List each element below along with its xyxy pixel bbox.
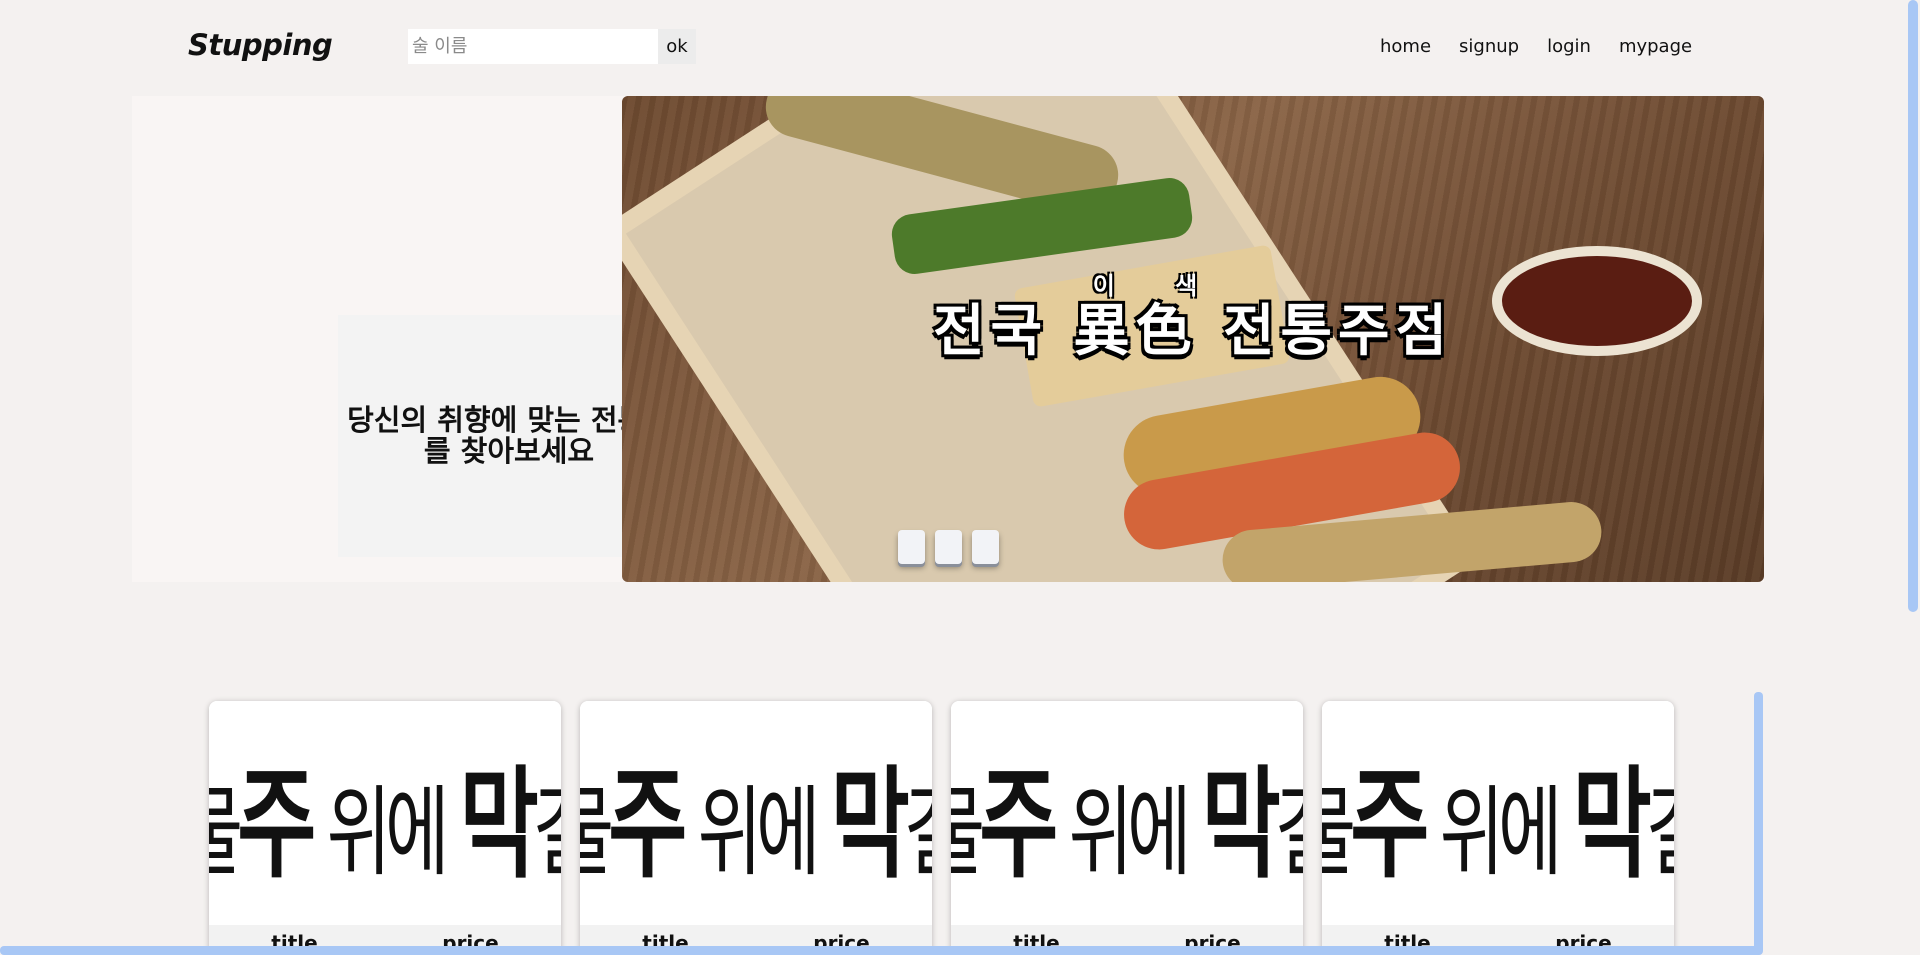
product-image-bold-a: 주 — [1350, 754, 1429, 895]
product-image-text: 조물주 위에 막걸리 — [1322, 726, 1674, 901]
product-image-bold-b: 막 — [830, 754, 910, 895]
product-image-bold-b: 막 — [1201, 754, 1281, 895]
product-image-bold-a: 주 — [979, 754, 1058, 895]
page: Stupping ok home signup login mypage 당신의… — [0, 0, 1920, 955]
nav-home-link[interactable]: home — [1380, 36, 1431, 57]
nav-login-link[interactable]: login — [1547, 36, 1591, 57]
product-card[interactable]: 조물주 위에 막걸리 title price — [580, 701, 932, 955]
product-image-text-a: 조물 — [951, 775, 985, 890]
search-bar: ok — [408, 29, 696, 64]
product-image-text-b: 위에 — [1068, 774, 1192, 890]
product-image-bold-b: 막 — [1572, 754, 1652, 895]
product-card[interactable]: 조물주 위에 막걸리 title price — [951, 701, 1303, 955]
page-vertical-scrollbar[interactable] — [1908, 0, 1918, 612]
product-image-text-b: 위에 — [697, 774, 821, 890]
product-card[interactable]: 조물주 위에 막걸리 title price — [209, 701, 561, 955]
nav-signup-link[interactable]: signup — [1459, 36, 1519, 57]
slider-dot-1[interactable] — [898, 530, 925, 564]
slide-title: 전국 異色 전통주점 — [932, 299, 1454, 364]
page-horizontal-scrollbar[interactable] — [0, 946, 1762, 955]
main-nav: home signup login mypage — [1380, 36, 1720, 57]
product-image-text: 조물주 위에 막걸리 — [580, 726, 932, 901]
product-image: 조물주 위에 막걸리 — [209, 701, 561, 925]
product-image-text-c: 걸리 — [533, 775, 561, 890]
product-image-text-b: 위에 — [1439, 774, 1563, 890]
nav-mypage-link[interactable]: mypage — [1619, 36, 1692, 57]
product-image-bold-a: 주 — [608, 754, 687, 895]
product-image: 조물주 위에 막걸리 — [951, 701, 1303, 925]
product-image-text-a: 조물 — [1322, 775, 1356, 890]
site-logo[interactable]: Stupping — [188, 28, 333, 62]
hero-slider[interactable]: 이 색 전국 異色 전통주점 — [622, 96, 1764, 582]
product-image-text-c: 걸리 — [904, 775, 932, 890]
search-button[interactable]: ok — [658, 29, 696, 64]
product-card[interactable]: 조물주 위에 막걸리 title price — [1322, 701, 1674, 955]
product-image-text-c: 걸리 — [1646, 775, 1674, 890]
product-image-text: 조물주 위에 막걸리 — [951, 726, 1303, 901]
product-image: 조물주 위에 막걸리 — [580, 701, 932, 925]
product-image-text: 조물주 위에 막걸리 — [209, 726, 561, 901]
slider-dot-3[interactable] — [972, 530, 999, 564]
product-image-text-b: 위에 — [326, 774, 450, 890]
product-image-text-a: 조물 — [209, 775, 243, 890]
product-image-text-a: 조물 — [580, 775, 614, 890]
product-list: 조물주 위에 막걸리 title price 조물주 위에 막걸리 title … — [209, 701, 1674, 955]
slider-dots — [898, 530, 999, 564]
product-image-bold-a: 주 — [237, 754, 316, 895]
slider-dot-2[interactable] — [935, 530, 962, 564]
product-image-text-c: 걸리 — [1275, 775, 1303, 890]
product-image-bold-b: 막 — [459, 754, 539, 895]
product-image: 조물주 위에 막걸리 — [1322, 701, 1674, 925]
search-input[interactable] — [408, 29, 658, 64]
product-list-vertical-scrollbar[interactable] — [1754, 692, 1763, 955]
